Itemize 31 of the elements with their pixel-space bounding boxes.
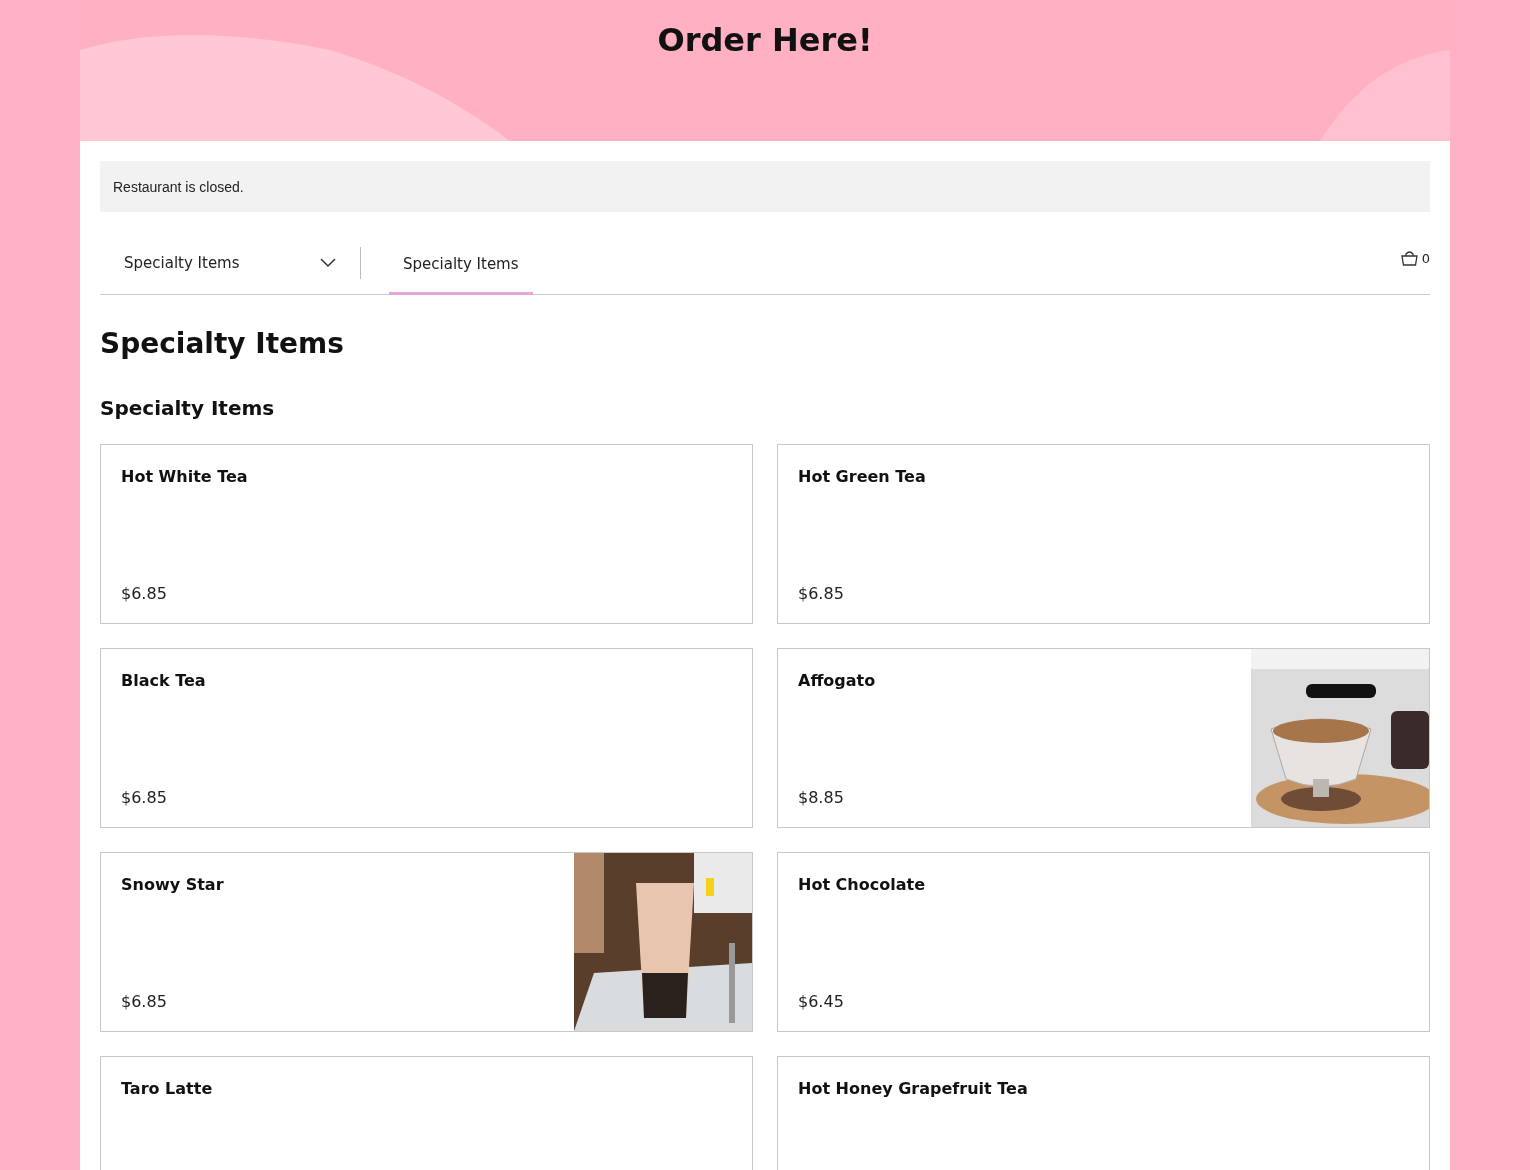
page-title: Order Here! [656,20,874,60]
item-price: $6.85 [121,584,168,603]
cart-button[interactable]: 0 [1400,236,1430,280]
item-name: Hot White Tea [121,467,249,486]
category-tab[interactable]: Specialty Items [389,236,533,295]
menu-item-card[interactable]: Hot Green Tea $6.85 [777,444,1430,624]
shopping-bag-icon [1400,250,1418,266]
item-name: Affogato [798,671,877,690]
item-price: $8.85 [798,788,845,807]
item-price: $6.85 [798,584,845,603]
item-price: $6.85 [121,992,168,1011]
item-name: Black Tea [121,671,207,690]
item-price: $6.45 [798,992,845,1011]
item-name: Hot Green Tea [798,467,927,486]
item-name: Hot Chocolate [798,875,926,894]
item-name: Hot Honey Grapefruit Tea [798,1079,1029,1098]
menu-item-card[interactable]: Affogato $8.85 [777,648,1430,828]
page-heading: Specialty Items [100,327,345,360]
section-heading: Specialty Items [100,396,276,420]
menu-item-card[interactable]: Black Tea $6.85 [100,648,753,828]
item-name: Snowy Star [121,875,225,894]
menu-item-card[interactable]: Taro Latte [100,1056,753,1170]
item-name: Taro Latte [121,1079,214,1098]
menu-item-card[interactable]: Snowy Star $6.85 [100,852,753,1032]
menu-item-card[interactable]: Hot White Tea $6.85 [100,444,753,624]
menu-dropdown[interactable]: Specialty Items [100,246,336,280]
chevron-down-icon [320,258,336,268]
item-price: $6.85 [121,788,168,807]
menu-item-card[interactable]: Hot Chocolate $6.45 [777,852,1430,1032]
menu-item-card[interactable]: Hot Honey Grapefruit Tea [777,1056,1430,1170]
closed-notice: Restaurant is closed. [100,161,1430,212]
